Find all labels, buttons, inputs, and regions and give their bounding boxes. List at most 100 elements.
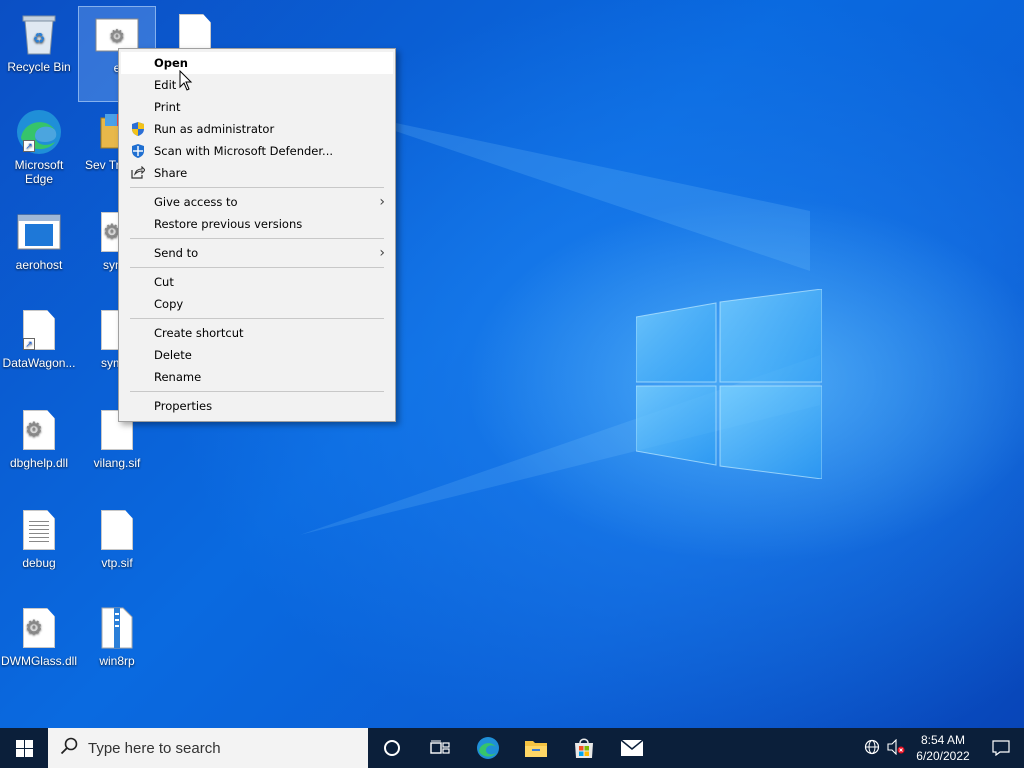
task-view-icon — [430, 740, 450, 754]
icon-label: win8rp — [99, 654, 135, 668]
menu-item-open[interactable]: Open — [121, 52, 393, 74]
icon-label: vtp.sif — [101, 556, 133, 570]
store-icon — [575, 738, 593, 758]
menu-item-label: Copy — [154, 297, 184, 311]
light-beam — [330, 108, 810, 272]
task-view-button[interactable] — [416, 728, 464, 768]
clock-date: 6/20/2022 — [916, 749, 970, 763]
dll-file-icon: ⚙ — [15, 406, 63, 454]
file-shortcut-icon: ↗ — [15, 306, 63, 354]
desktop[interactable]: ♻ Recycle Bin ↗ Microsoft Edge aerohost — [0, 0, 1024, 728]
menu-item-label: Properties — [154, 399, 213, 413]
edge-icon: ↗ — [15, 108, 63, 156]
cortana-button[interactable] — [368, 728, 416, 768]
icon-label: dbghelp.dll — [9, 456, 69, 470]
menu-item-cut[interactable]: Cut — [121, 271, 393, 293]
icon-label: DataWagon... — [2, 356, 76, 370]
menu-item-create-shortcut[interactable]: Create shortcut — [121, 322, 393, 344]
clock-time: 8:54 AM — [920, 733, 966, 747]
desktop-icon-dbghelp[interactable]: ⚙ dbghelp.dll — [0, 402, 78, 498]
action-center-button[interactable] — [978, 740, 1024, 756]
windows-logo-wallpaper — [636, 289, 822, 479]
menu-item-label: Cut — [154, 275, 174, 289]
taskbar: Type here to search 8:54 AM 6/20/2022 — [0, 728, 1024, 768]
desktop-icon-vtp[interactable]: vtp.sif — [78, 502, 156, 598]
menu-item-share[interactable]: Share — [121, 162, 393, 184]
system-tray: 8:54 AM 6/20/2022 — [860, 728, 1024, 768]
application-window-icon — [15, 208, 63, 256]
menu-item-print[interactable]: Print — [121, 96, 393, 118]
gear-icon: ⚙ — [25, 617, 43, 639]
desktop-icon-aerohost[interactable]: aerohost — [0, 204, 78, 300]
start-button[interactable] — [0, 728, 48, 768]
menu-separator — [130, 391, 384, 392]
gear-icon: ⚙ — [25, 419, 43, 441]
recycle-bin-icon: ♻ — [15, 10, 63, 58]
context-menu[interactable]: Open Edit Print Run as administrator Sca… — [118, 48, 396, 422]
menu-item-edit[interactable]: Edit — [121, 74, 393, 96]
icon-label: Microsoft Edge — [14, 158, 64, 186]
menu-separator — [130, 238, 384, 239]
taskbar-file-explorer-button[interactable] — [512, 728, 560, 768]
menu-item-label: Print — [154, 100, 181, 114]
mouse-cursor-icon — [179, 70, 193, 91]
desktop-icon-datawagon[interactable]: ↗ DataWagon... — [0, 302, 78, 398]
icon-label: aerohost — [15, 258, 63, 272]
icon-label: DWMGlass.dll — [0, 654, 77, 668]
icon-label: vilang.sif — [93, 456, 141, 470]
menu-item-label: Run as administrator — [154, 122, 275, 136]
mail-icon — [620, 739, 644, 756]
menu-item-label: Edit — [154, 78, 177, 92]
taskbar-mail-button[interactable] — [608, 728, 656, 768]
menu-item-restore-previous-versions[interactable]: Restore previous versions — [121, 213, 393, 235]
desktop-icon-dwmglass[interactable]: ⚙ DWMGlass.dll — [0, 600, 78, 696]
menu-item-properties[interactable]: Properties — [121, 395, 393, 417]
volume-muted-icon[interactable] — [884, 738, 908, 758]
archive-file-icon — [93, 604, 141, 652]
menu-item-label: Create shortcut — [154, 326, 244, 340]
menu-item-label: Delete — [154, 348, 192, 362]
text-file-icon — [15, 506, 63, 554]
taskbar-search-box[interactable]: Type here to search — [48, 728, 368, 768]
desktop-icon-win8rp[interactable]: win8rp — [78, 600, 156, 696]
clock[interactable]: 8:54 AM 6/20/2022 — [908, 732, 978, 764]
menu-item-send-to[interactable]: Send to › — [121, 242, 393, 264]
menu-item-label: Rename — [154, 370, 202, 384]
menu-item-label: Open — [154, 56, 188, 70]
svg-text:⚙: ⚙ — [109, 26, 125, 46]
desktop-icon-recycle-bin[interactable]: ♻ Recycle Bin — [0, 6, 78, 102]
defender-icon — [130, 144, 146, 158]
cortana-icon — [384, 740, 400, 756]
search-placeholder: Type here to search — [88, 739, 221, 757]
taskbar-edge-button[interactable] — [464, 728, 512, 768]
shortcut-arrow-icon: ↗ — [23, 338, 35, 350]
chevron-right-icon: › — [379, 245, 385, 261]
menu-item-label: Share — [154, 166, 188, 180]
windows-start-icon — [15, 739, 33, 757]
menu-item-label: Restore previous versions — [154, 217, 303, 231]
desktop-icon-microsoft-edge[interactable]: ↗ Microsoft Edge — [0, 104, 78, 200]
menu-item-give-access-to[interactable]: Give access to › — [121, 191, 393, 213]
edge-icon — [477, 737, 499, 759]
menu-item-scan-defender[interactable]: Scan with Microsoft Defender... — [121, 140, 393, 162]
menu-separator — [130, 318, 384, 319]
menu-item-copy[interactable]: Copy — [121, 293, 393, 315]
icon-label: Recycle Bin — [7, 60, 71, 74]
menu-item-label: Give access to — [154, 195, 238, 209]
svg-text:♻: ♻ — [33, 30, 46, 46]
menu-separator — [130, 267, 384, 268]
menu-item-run-as-administrator[interactable]: Run as administrator — [121, 118, 393, 140]
folder-icon — [525, 741, 547, 757]
taskbar-store-button[interactable] — [560, 728, 608, 768]
search-icon — [60, 737, 88, 760]
menu-separator — [130, 187, 384, 188]
network-globe-icon[interactable] — [860, 739, 884, 758]
menu-item-rename[interactable]: Rename — [121, 366, 393, 388]
file-icon — [93, 506, 141, 554]
menu-item-delete[interactable]: Delete — [121, 344, 393, 366]
shield-icon — [130, 122, 146, 136]
desktop-icon-debug[interactable]: debug — [0, 502, 78, 598]
icon-label: debug — [22, 556, 56, 570]
notification-icon — [992, 740, 1010, 756]
dll-file-icon: ⚙ — [15, 604, 63, 652]
